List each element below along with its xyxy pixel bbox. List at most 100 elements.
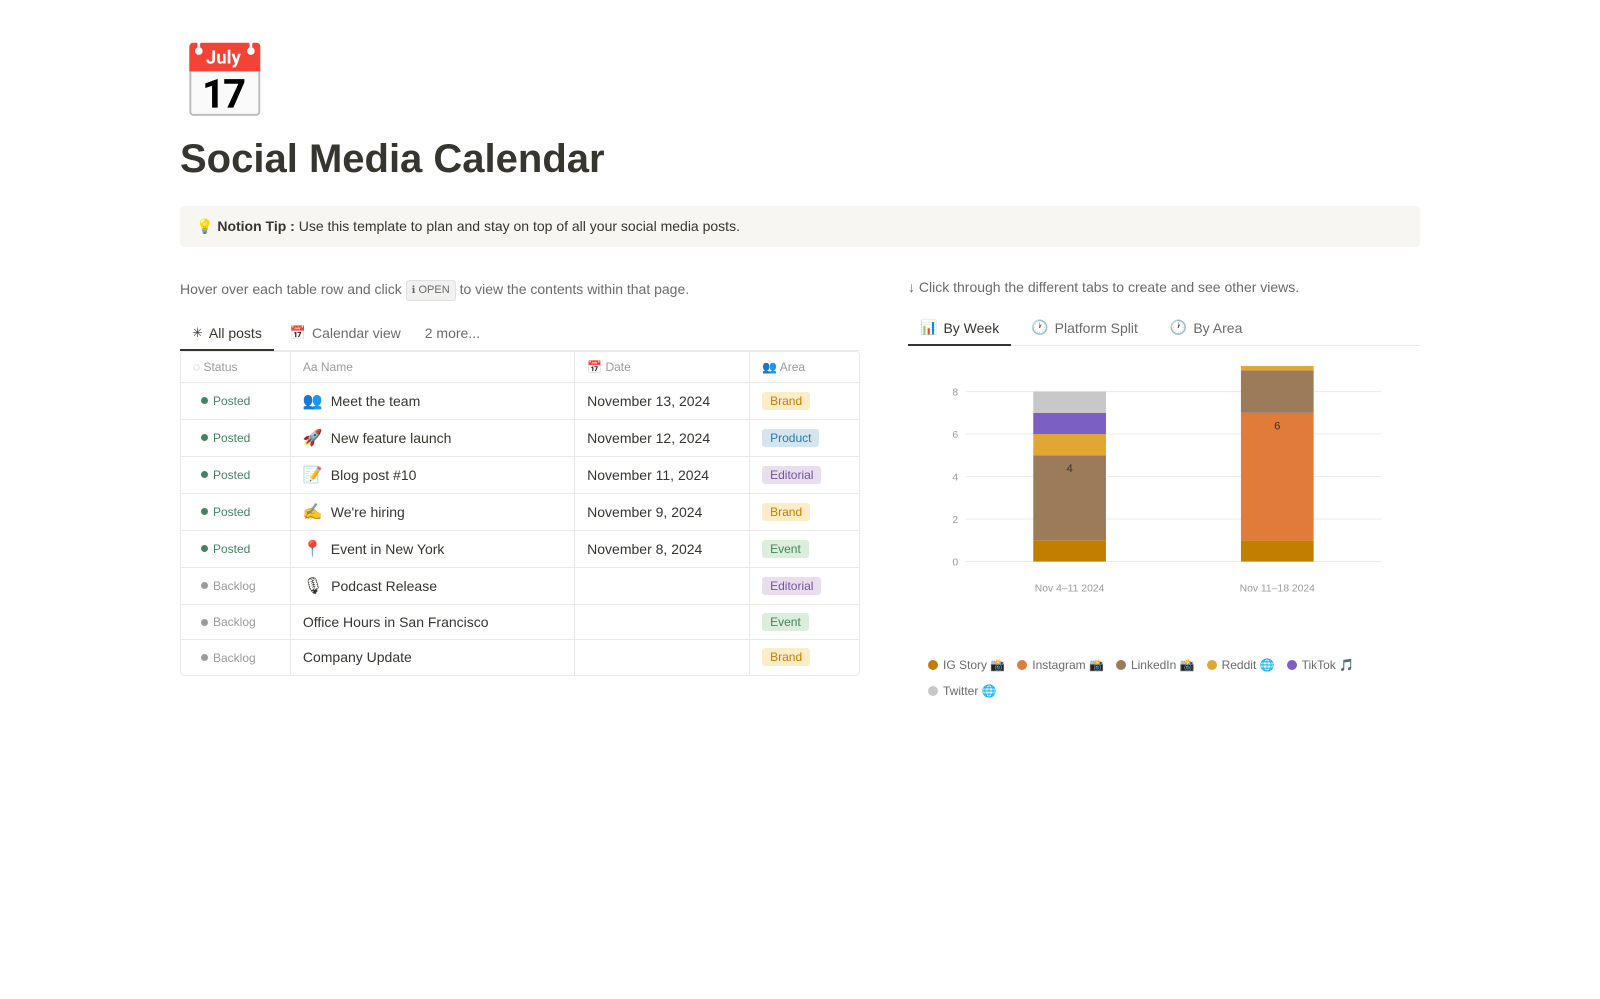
tip-label: Notion Tip : <box>217 218 295 234</box>
row-name: Meet the team <box>331 393 421 409</box>
table-row[interactable]: BacklogOffice Hours in San FranciscoEven… <box>181 604 859 640</box>
area-tag: Product <box>762 429 819 447</box>
status-badge: Backlog <box>193 613 264 631</box>
tab-by-week[interactable]: 📊 By Week <box>908 311 1011 346</box>
status-dot <box>201 619 208 626</box>
chart-container: 024684Nov 4–11 20246Nov 11–18 2024 <box>908 366 1420 646</box>
status-label: Backlog <box>213 651 256 665</box>
col-header-area: 👥 Area <box>750 352 859 383</box>
name-cell: Office Hours in San Francisco <box>303 614 562 630</box>
table-header-row: ◌ Status Aa Name 📅 Date <box>181 352 859 383</box>
row-date: November 11, 2024 <box>575 456 750 493</box>
legend-item: Reddit 🌐 <box>1207 658 1275 672</box>
name-col-icon: Aa <box>303 360 321 374</box>
row-name: Company Update <box>303 649 412 665</box>
status-badge: Backlog <box>193 577 264 595</box>
all-posts-icon: ✳ <box>192 325 203 341</box>
status-col-icon: ◌ <box>193 360 203 374</box>
table-row[interactable]: Backlog Company Update Brand <box>181 640 859 675</box>
name-cell: 🚀 New feature launch <box>303 428 562 448</box>
col-header-name: Aa Name <box>290 352 574 383</box>
legend-label: IG Story 📸 <box>943 658 1005 672</box>
legend-dot <box>1017 660 1027 670</box>
row-date: November 12, 2024 <box>575 419 750 456</box>
tab-calendar-view[interactable]: 📅 Calendar view <box>278 317 413 351</box>
col-header-date: 📅 Date <box>575 352 750 383</box>
legend-item: IG Story 📸 <box>928 658 1005 672</box>
row-name: Event in New York <box>331 541 445 557</box>
left-panel: Hover over each table row and click ℹ OP… <box>180 279 860 676</box>
status-badge: Posted <box>193 392 258 410</box>
svg-text:0: 0 <box>952 557 958 568</box>
row-emoji: ✍ <box>303 502 323 522</box>
status-dot <box>201 654 208 661</box>
table-row[interactable]: Backlog 🎙Podcast Release Editorial <box>181 567 859 604</box>
row-emoji: 🚀 <box>303 428 323 448</box>
legend-label: Instagram 📸 <box>1032 658 1104 672</box>
row-name: Office Hours in San Francisco <box>303 614 489 630</box>
tab-all-posts[interactable]: ✳ All posts <box>180 317 274 351</box>
row-date <box>575 567 750 604</box>
legend-item: LinkedIn 📸 <box>1116 658 1195 672</box>
chart-tabs: 📊 By Week 🕐 Platform Split 🕐 By Area <box>908 311 1420 346</box>
area-tag: Brand <box>762 503 810 521</box>
svg-text:8: 8 <box>952 387 958 398</box>
status-dot <box>201 508 208 515</box>
row-name: Podcast Release <box>331 578 437 594</box>
posts-table: ◌ Status Aa Name 📅 Date <box>180 351 860 676</box>
row-name: Blog post #10 <box>331 467 417 483</box>
calendar-icon: 📅 <box>290 325 306 341</box>
name-cell: 🎙Podcast Release <box>303 576 562 596</box>
status-label: Backlog <box>213 579 256 593</box>
table-row[interactable]: Posted 🚀 New feature launch November 12, 20… <box>181 419 859 456</box>
name-cell: Company Update <box>303 649 562 665</box>
svg-text:Nov 4–11 2024: Nov 4–11 2024 <box>1035 584 1105 595</box>
tip-text: Use this template to plan and stay on to… <box>299 218 740 234</box>
table-row[interactable]: Posted👥Meet the teamNovember 13, 2024Bra… <box>181 382 859 419</box>
legend-dot <box>928 660 938 670</box>
status-badge: Posted <box>193 466 258 484</box>
row-date: November 13, 2024 <box>575 382 750 419</box>
row-name: New feature launch <box>331 430 452 446</box>
row-emoji: 📝 <box>303 465 323 485</box>
area-tag: Editorial <box>762 466 821 484</box>
legend-dot <box>1207 660 1217 670</box>
row-date <box>575 604 750 640</box>
open-icon: ℹ <box>412 283 416 298</box>
tab-platform-split[interactable]: 🕐 Platform Split <box>1019 311 1150 346</box>
table-tabs: ✳ All posts 📅 Calendar view 2 more... <box>180 317 860 351</box>
row-name: We're hiring <box>331 504 405 520</box>
area-tag: Event <box>762 540 809 558</box>
page-icon: 📅 <box>180 40 1420 125</box>
table-row[interactable]: Posted📍Event in New YorkNovember 8, 2024… <box>181 530 859 567</box>
table-row[interactable]: Posted 📝 Blog post #10 November 11, 2024 Edi… <box>181 456 859 493</box>
legend-label: TikTok 🎵 <box>1302 658 1355 672</box>
tab-calendar-label: Calendar view <box>312 325 401 341</box>
area-tag: Brand <box>762 392 810 410</box>
area-tag: Editorial <box>762 577 821 595</box>
tab-by-area[interactable]: 🕐 By Area <box>1158 311 1254 346</box>
status-dot <box>201 434 208 441</box>
bar-chart-svg: 024684Nov 4–11 20246Nov 11–18 2024 <box>928 366 1400 606</box>
legend-dot <box>1116 660 1126 670</box>
by-area-label: By Area <box>1193 320 1242 336</box>
by-week-label: By Week <box>943 320 999 336</box>
platform-split-icon: 🕐 <box>1031 319 1048 336</box>
tab-more[interactable]: 2 more... <box>417 317 488 349</box>
status-badge: Posted <box>193 540 258 558</box>
notion-tip: 💡 Notion Tip : Use this template to plan… <box>180 206 1420 247</box>
legend-label: Twitter 🌐 <box>943 684 997 698</box>
table-row[interactable]: Posted✍We're hiringNovember 9, 2024Brand <box>181 493 859 530</box>
status-badge: Posted <box>193 429 258 447</box>
tip-icon: 💡 <box>196 218 217 234</box>
status-label: Posted <box>213 468 250 482</box>
svg-text:Nov 11–18 2024: Nov 11–18 2024 <box>1240 584 1316 595</box>
status-label: Backlog <box>213 615 256 629</box>
name-cell: 📝 Blog post #10 <box>303 465 562 485</box>
status-label: Posted <box>213 505 250 519</box>
name-cell: 📍 Event in New York <box>303 539 562 559</box>
row-emoji: 📍 <box>303 539 323 559</box>
status-dot <box>201 397 208 404</box>
chart-instruction: ↓ Click through the different tabs to cr… <box>908 279 1420 295</box>
area-tag: Brand <box>762 648 810 666</box>
